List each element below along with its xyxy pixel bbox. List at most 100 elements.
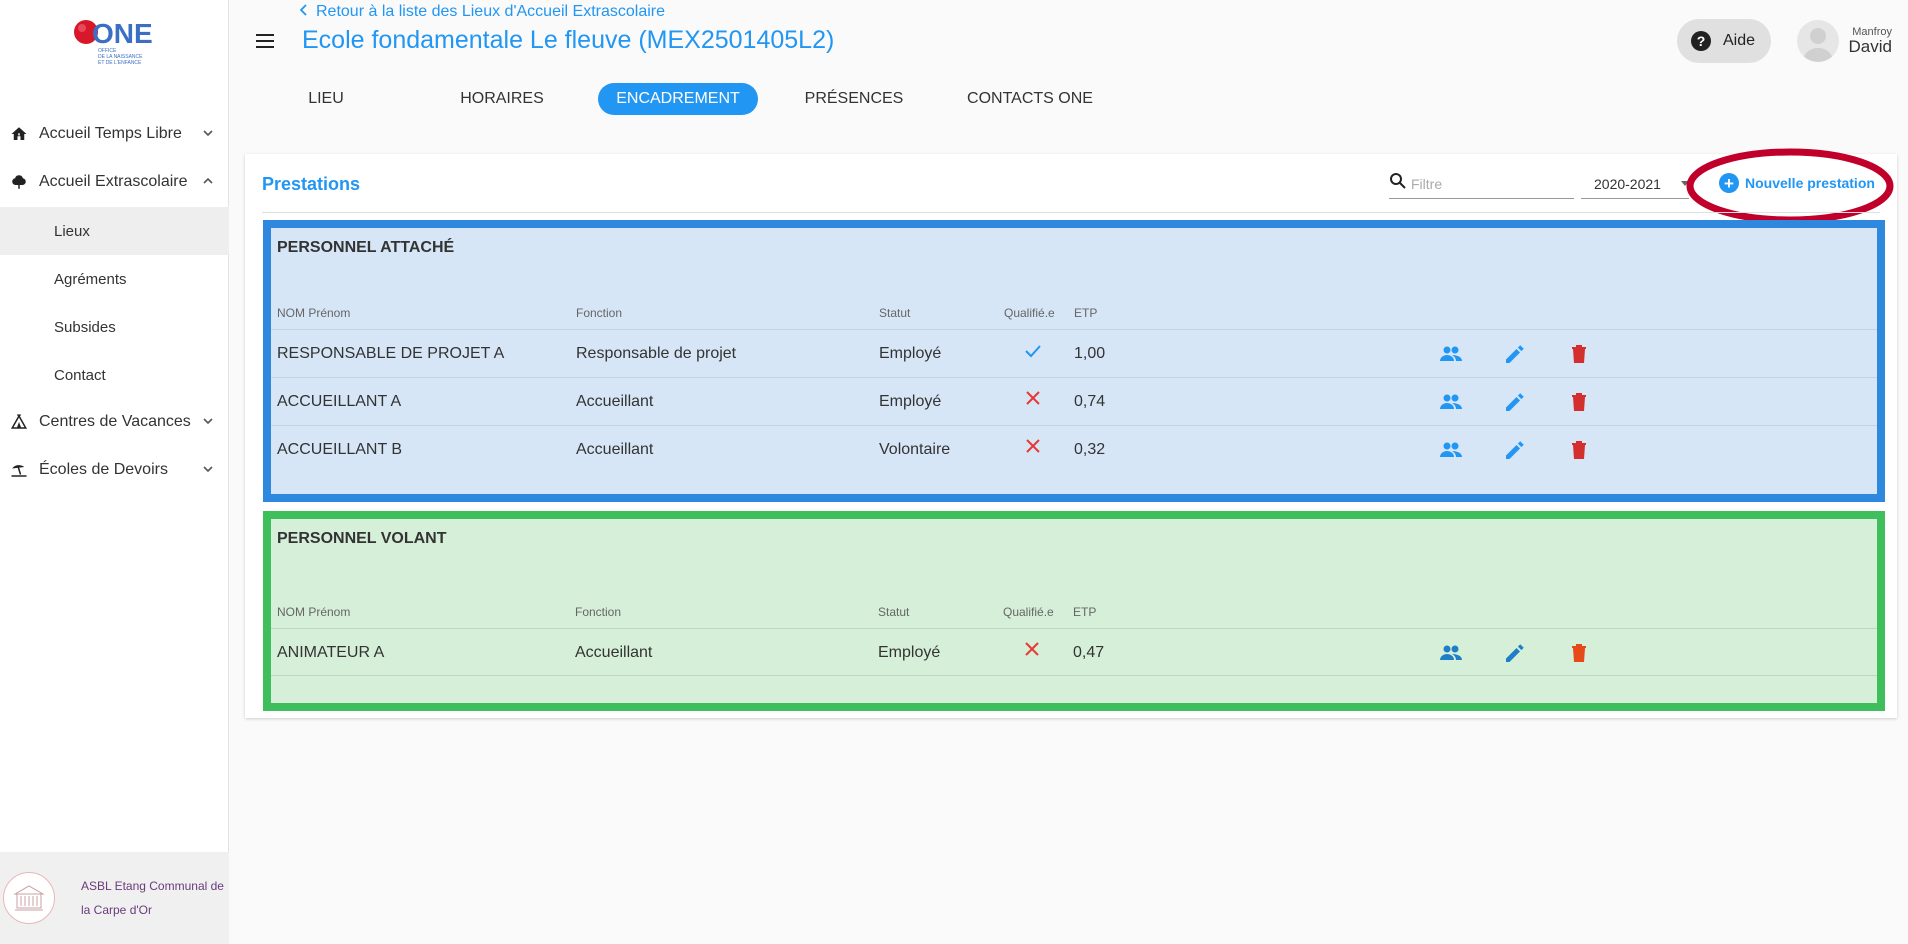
search-icon — [1389, 172, 1407, 195]
logo-subtext-3: ET DE L'ENFANCE — [98, 60, 142, 66]
chevron-down-icon — [201, 126, 215, 140]
people-icon[interactable] — [1439, 342, 1463, 366]
people-icon[interactable] — [1439, 641, 1463, 665]
column-header-etp: ETP — [1073, 605, 1097, 619]
cell-name: ACCUEILLANT A — [277, 393, 402, 410]
chevron-down-icon — [201, 462, 215, 476]
sidebar-item-label: Accueil Extrascolaire — [39, 173, 188, 190]
cell-function: Accueillant — [576, 393, 654, 410]
sidebar-item-accueil-extrascolaire[interactable]: Accueil Extrascolaire — [0, 160, 229, 204]
tab-presences[interactable]: PRÉSENCES — [800, 83, 908, 115]
cell-status: Employé — [878, 644, 941, 661]
organization-name: ASBL Etang Communal de la Carpe d'Or — [81, 879, 224, 917]
prestations-card: Prestations 2020-2021 + Nouvelle prestat… — [245, 148, 1897, 718]
table-row: ANIMATEUR A Accueillant Employé 0,47 — [271, 628, 1877, 676]
section-personnel-attache: PERSONNEL ATTACHÉ NOM Prénom Fonction St… — [263, 220, 1885, 502]
sidebar-item-label: Écoles de Devoirs — [39, 461, 168, 478]
help-icon: ? — [1691, 31, 1711, 51]
column-header-name: NOM Prénom — [277, 605, 351, 619]
home-icon — [9, 124, 29, 144]
sidebar-item-ecoles-de-devoirs[interactable]: Écoles de Devoirs — [0, 448, 229, 492]
divider — [262, 212, 1880, 213]
cell-name: ANIMATEUR A — [277, 644, 385, 661]
section-personnel-volant: PERSONNEL VOLANT NOM Prénom Fonction Sta… — [263, 511, 1885, 711]
edit-icon[interactable] — [1503, 641, 1527, 665]
page-title: Ecole fondamentale Le fleuve (MEX2501405… — [302, 26, 835, 54]
caret-down-icon — [1681, 181, 1689, 186]
cross-icon — [1024, 641, 1040, 662]
delete-icon[interactable] — [1567, 390, 1591, 414]
sidebar-subitem-subsides[interactable]: Subsides — [0, 303, 229, 351]
organization-logo-icon — [3, 872, 55, 924]
cell-etp: 0,47 — [1073, 644, 1105, 661]
edit-icon[interactable] — [1503, 342, 1527, 366]
back-link-label: Retour à la liste des Lieux d'Accueil Ex… — [316, 3, 665, 20]
card-title: Prestations — [262, 174, 361, 194]
cell-etp: 0,32 — [1074, 441, 1106, 458]
help-button-label: Aide — [1723, 32, 1756, 49]
filter-input[interactable] — [1411, 175, 1561, 192]
year-select[interactable]: 2020-2021 — [1581, 169, 1689, 199]
sidebar-subitem-agrements[interactable]: Agréments — [0, 255, 229, 303]
sidebar-item-label: Accueil Temps Libre — [39, 125, 182, 142]
back-to-list-link[interactable]: Retour à la liste des Lieux d'Accueil Ex… — [299, 3, 665, 21]
edit-icon[interactable] — [1503, 438, 1527, 462]
one-logo[interactable]: ONE OFFICE DE LA NAISSANCE ET DE L'ENFAN… — [72, 18, 154, 68]
tab-lieu[interactable]: LIEU — [286, 83, 366, 115]
filter-field[interactable] — [1389, 169, 1574, 199]
beach-icon — [9, 460, 29, 480]
logo-text: ONE — [92, 18, 153, 49]
cell-status: Employé — [879, 393, 942, 410]
chevron-up-icon — [201, 174, 215, 188]
delete-icon[interactable] — [1567, 641, 1591, 665]
cross-icon — [1025, 438, 1041, 459]
column-header-function: Fonction — [575, 605, 622, 619]
edit-icon[interactable] — [1503, 390, 1527, 414]
cell-status: Volontaire — [879, 441, 951, 458]
delete-icon[interactable] — [1567, 438, 1591, 462]
chevron-left-icon — [299, 3, 308, 21]
cell-etp: 0,74 — [1074, 393, 1106, 410]
tree-icon — [9, 172, 29, 192]
hamburger-menu-icon[interactable] — [254, 30, 276, 52]
avatar — [1797, 20, 1839, 62]
column-header-status: Statut — [879, 306, 911, 320]
tab-encadrement[interactable]: ENCADREMENT — [598, 83, 758, 115]
help-button[interactable]: ? Aide — [1677, 19, 1771, 63]
organization-switcher[interactable]: ASBL Etang Communal de la Carpe d'Or — [0, 852, 229, 944]
column-header-qualified: Qualifié.e — [1003, 605, 1054, 619]
new-prestation-label: Nouvelle prestation — [1745, 175, 1875, 191]
tab-horaires[interactable]: HORAIRES — [452, 83, 552, 115]
section-title: PERSONNEL VOLANT — [277, 530, 447, 547]
year-select-value: 2020-2021 — [1594, 175, 1661, 192]
cell-function: Accueillant — [575, 644, 653, 661]
table-row: ACCUEILLANT B Accueillant Volontaire 0,3… — [271, 425, 1877, 473]
check-icon — [1024, 342, 1042, 365]
sidebar: ONE OFFICE DE LA NAISSANCE ET DE L'ENFAN… — [0, 0, 229, 944]
people-icon[interactable] — [1439, 438, 1463, 462]
table-row: RESPONSABLE DE PROJET A Responsable de p… — [271, 329, 1877, 377]
sidebar-item-accueil-temps-libre[interactable]: Accueil Temps Libre — [0, 112, 229, 156]
column-header-status: Statut — [878, 605, 910, 619]
cell-function: Responsable de projet — [576, 345, 737, 362]
section-title: PERSONNEL ATTACHÉ — [277, 239, 455, 256]
sidebar-item-centres-de-vacances[interactable]: Centres de Vacances — [0, 400, 229, 444]
cell-name: ACCUEILLANT B — [277, 441, 403, 458]
plus-circle-icon: + — [1719, 173, 1739, 193]
column-header-qualified: Qualifié.e — [1004, 306, 1055, 320]
column-header-function: Fonction — [576, 306, 623, 320]
people-icon[interactable] — [1439, 390, 1463, 414]
tab-contacts-one[interactable]: CONTACTS ONE — [963, 83, 1097, 115]
sidebar-subitem-contact[interactable]: Contact — [0, 351, 229, 399]
cell-function: Accueillant — [576, 441, 654, 458]
cell-etp: 1,00 — [1074, 345, 1106, 362]
user-menu[interactable]: Manfroy David — [1797, 18, 1897, 64]
table-row: ACCUEILLANT A Accueillant Employé 0,74 — [271, 377, 1877, 425]
cell-status: Employé — [879, 345, 942, 362]
column-header-name: NOM Prénom — [277, 306, 351, 320]
tent-icon — [9, 412, 29, 432]
delete-icon[interactable] — [1567, 342, 1591, 366]
cell-name: RESPONSABLE DE PROJET A — [277, 345, 505, 362]
sidebar-subitem-lieux[interactable]: Lieux — [0, 207, 229, 255]
new-prestation-button[interactable]: + Nouvelle prestation — [1719, 171, 1875, 195]
